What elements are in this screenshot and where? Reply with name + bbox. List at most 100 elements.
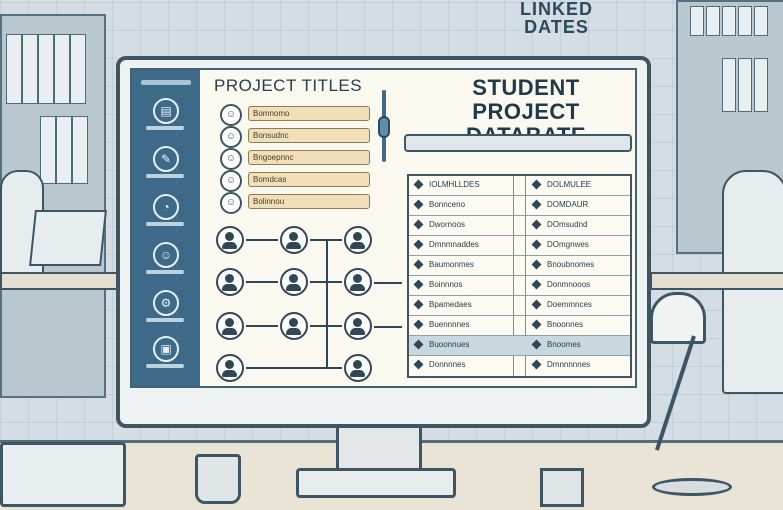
student-node[interactable] — [280, 312, 308, 340]
date-marker-icon — [531, 219, 542, 230]
row-marker-icon — [413, 219, 424, 230]
table-row[interactable]: IOLMHLLDES DOLMULEE — [409, 176, 630, 196]
binder — [722, 6, 736, 36]
project-row[interactable]: ☺ Bolinnou — [220, 192, 370, 214]
vertical-slider[interactable] — [378, 90, 390, 162]
project-row[interactable]: ☺ Bomnomo — [220, 104, 370, 126]
project-name-cell: Bpamedaes — [429, 300, 472, 309]
left-desk — [0, 272, 122, 290]
binder — [738, 6, 752, 36]
binder — [6, 34, 22, 104]
binder — [54, 34, 70, 104]
date-marker-icon — [531, 359, 542, 370]
binder — [22, 34, 38, 104]
student-node[interactable] — [344, 354, 372, 382]
student-node[interactable] — [280, 226, 308, 254]
table-row[interactable]: Boinnnos Donmnooos — [409, 276, 630, 296]
project-icon: ☺ — [220, 192, 242, 214]
lamp-base — [652, 478, 732, 496]
table-row[interactable]: Donnnnes Dmnnnnnes — [409, 356, 630, 376]
wall-sign-line2: DATES — [524, 17, 589, 37]
date-marker-icon — [531, 279, 542, 290]
binder — [38, 34, 54, 104]
table-row[interactable]: Dmnmnaddes DOmgnwes — [409, 236, 630, 256]
binder — [706, 6, 720, 36]
project-row[interactable]: ☺ Bomdcas — [220, 170, 370, 192]
project-row[interactable]: ☺ Bonsudnc — [220, 126, 370, 148]
date-cell: Doemmnces — [547, 300, 592, 309]
date-cell: Bnoubnomes — [547, 260, 595, 269]
binder — [738, 58, 752, 112]
search-input[interactable] — [404, 134, 632, 152]
date-marker-icon — [531, 259, 542, 270]
student-node[interactable] — [344, 312, 372, 340]
student-node[interactable] — [216, 312, 244, 340]
student-node[interactable] — [344, 226, 372, 254]
project-name-cell: Buennnnes — [429, 320, 470, 329]
binder — [754, 6, 768, 36]
student-node[interactable] — [280, 268, 308, 296]
date-marker-icon — [531, 339, 542, 350]
binder — [754, 58, 768, 112]
binder — [72, 116, 88, 184]
table-row[interactable]: Bpamedaes Doemmnces — [409, 296, 630, 316]
project-label: Bomnomo — [248, 106, 370, 121]
sidebar-item-label — [146, 126, 184, 130]
app-screen: ▤ ✎ ◔ ☺ ⚙ ▣ PROJECT TITLES ☺ Bomnomo ☺ B… — [130, 68, 637, 388]
table-row[interactable]: Buennnnes Bnoonnes — [409, 316, 630, 336]
row-marker-icon — [413, 239, 424, 250]
sidebar: ▤ ✎ ◔ ☺ ⚙ ▣ — [132, 70, 200, 386]
project-label: Bngoepnnc — [248, 150, 370, 165]
table-row[interactable]: Bonnceno DOMDAUR — [409, 196, 630, 216]
binder — [690, 6, 704, 36]
edit-icon: ✎ — [153, 146, 179, 172]
date-marker-icon — [531, 179, 542, 190]
table-row-selected[interactable]: Buoonnues Bnoomes — [409, 336, 630, 356]
pencil-cup — [540, 468, 584, 507]
connector-line — [246, 239, 278, 241]
row-marker-icon — [413, 259, 424, 270]
binder — [70, 34, 86, 104]
date-cell: DOMDAUR — [547, 200, 589, 209]
project-icon: ☺ — [220, 104, 242, 126]
right-desk — [650, 272, 783, 290]
binder — [40, 116, 56, 184]
slider-handle[interactable] — [378, 116, 390, 138]
records-table: IOLMHLLDES DOLMULEE Bonnceno DOMDAUR Dwo… — [407, 174, 632, 378]
project-label: Bonsudnc — [248, 128, 370, 143]
row-marker-icon — [413, 199, 424, 210]
sidebar-item-charts[interactable]: ◔ — [140, 194, 192, 234]
coffee-mug — [195, 454, 241, 504]
user-icon: ☺ — [153, 242, 179, 268]
date-cell: DOmgnwes — [547, 240, 589, 249]
sidebar-item-users[interactable]: ☺ — [140, 242, 192, 282]
binder — [722, 58, 736, 112]
student-node[interactable] — [344, 268, 372, 296]
project-row[interactable]: ☺ Bngoepnnc — [220, 148, 370, 170]
student-node[interactable] — [216, 226, 244, 254]
row-marker-icon — [413, 339, 424, 350]
sidebar-item-settings[interactable]: ⚙ — [140, 290, 192, 330]
project-name-cell: Bonnceno — [429, 200, 466, 209]
table-row[interactable]: Dwornoos DOmsudnd — [409, 216, 630, 236]
student-node[interactable] — [216, 354, 244, 382]
table-row[interactable]: Baumonmes Bnoubnomes — [409, 256, 630, 276]
project-name-cell: Boinnnos — [429, 280, 463, 289]
sidebar-item-edit[interactable]: ✎ — [140, 146, 192, 186]
wall-sign: LINKED DATES — [520, 0, 593, 36]
sidebar-item-archive[interactable]: ▣ — [140, 336, 192, 376]
row-marker-icon — [413, 319, 424, 330]
settings-icon: ⚙ — [153, 290, 179, 316]
sidebar-item-label — [146, 270, 184, 274]
database-title-line1: STUDENT PROJECT — [472, 75, 580, 124]
row-marker-icon — [413, 299, 424, 310]
sidebar-item-documents[interactable]: ▤ — [140, 98, 192, 138]
row-marker-icon — [413, 359, 424, 370]
date-marker-icon — [531, 239, 542, 250]
student-node[interactable] — [216, 268, 244, 296]
date-marker-icon — [531, 299, 542, 310]
tablet-device — [0, 442, 126, 507]
date-cell: Bnoomes — [547, 340, 581, 349]
connector-line — [246, 281, 278, 283]
project-name-cell: IOLMHLLDES — [429, 180, 480, 189]
